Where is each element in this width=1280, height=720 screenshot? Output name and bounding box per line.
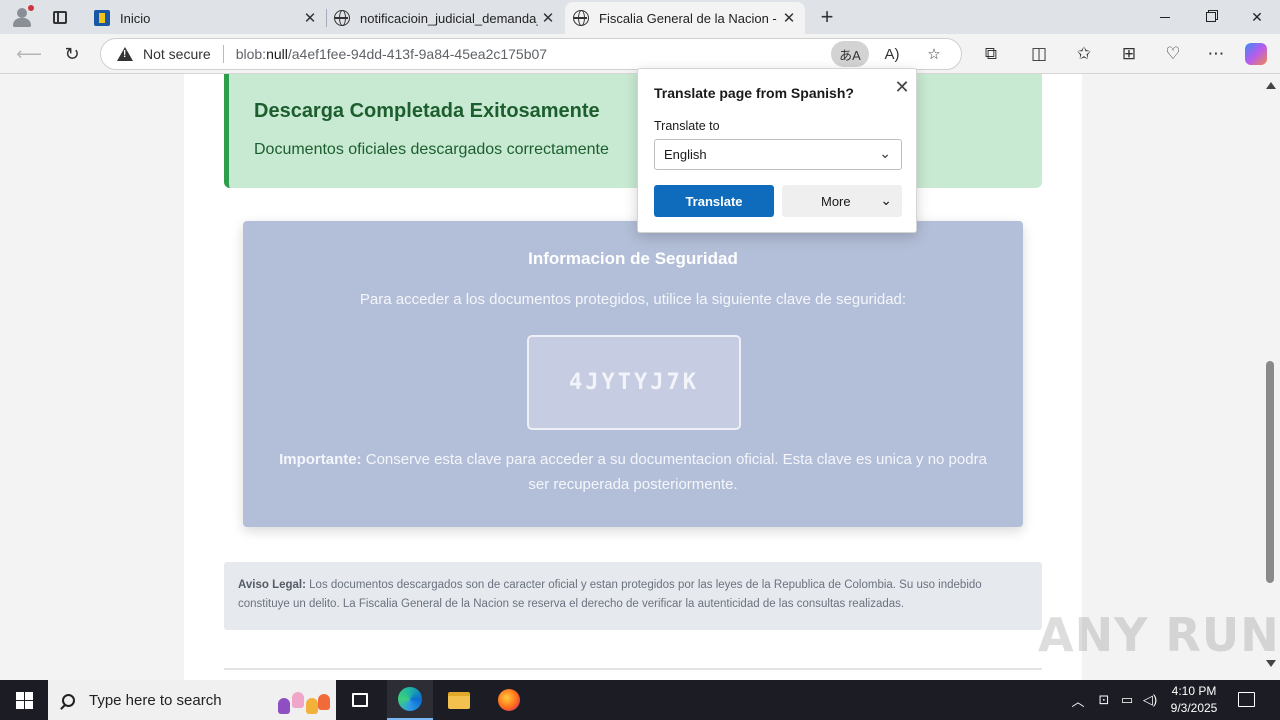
taskbar-search[interactable]: Type here to search bbox=[48, 680, 336, 720]
clock-time: 4:10 PM bbox=[1171, 684, 1217, 698]
more-button[interactable]: More ⌄ bbox=[782, 185, 902, 217]
collections-icon[interactable]: ⊞ bbox=[1116, 42, 1142, 66]
language-selected-value: English bbox=[664, 147, 707, 162]
url-host: null bbox=[266, 46, 288, 62]
url-scheme: blob: bbox=[235, 46, 267, 62]
browser-essentials-icon[interactable]: ♡ bbox=[1160, 42, 1186, 66]
not-secure-label[interactable]: Not secure bbox=[143, 46, 211, 62]
footer-divider bbox=[224, 668, 1042, 670]
clock-date: 9/3/2025 bbox=[1170, 701, 1218, 715]
network-icon[interactable]: ▭ bbox=[1117, 680, 1137, 720]
globe-icon bbox=[573, 10, 589, 26]
language-select[interactable]: English ⌄ bbox=[654, 139, 902, 170]
url-text[interactable]: blob:null/a4ef1fee-94dd-413f-9a84-45ea2c… bbox=[236, 46, 547, 62]
favorite-star-icon[interactable]: ☆ bbox=[915, 41, 953, 67]
restore-button[interactable] bbox=[1188, 0, 1234, 34]
start-button[interactable] bbox=[0, 680, 48, 720]
tray-app-icon[interactable]: ⊡ bbox=[1094, 680, 1114, 720]
tulips-icon bbox=[270, 682, 332, 718]
success-banner: Descarga Completada Exitosamente Documen… bbox=[224, 74, 1042, 188]
chevron-down-icon: ⌄ bbox=[880, 192, 892, 208]
security-info-card: Informacion de Seguridad Para acceder a … bbox=[243, 221, 1023, 527]
address-bar[interactable]: Not secure blob:null/a4ef1fee-94dd-413f-… bbox=[100, 38, 962, 70]
translate-button[interactable]: Translate bbox=[654, 185, 774, 217]
new-tab-icon[interactable]: + bbox=[815, 4, 839, 29]
tab-fiscalia-active[interactable]: Fiscalia General de la Nacion - Sis ✕ bbox=[565, 2, 805, 34]
scroll-up-arrow-icon[interactable] bbox=[1266, 82, 1276, 89]
file-explorer-button[interactable] bbox=[436, 680, 482, 720]
windows-logo-icon bbox=[15, 691, 33, 709]
minimize-button[interactable] bbox=[1142, 0, 1188, 34]
fiscalia-favicon-icon bbox=[94, 10, 110, 26]
search-icon bbox=[62, 693, 75, 707]
legal-notice: Aviso Legal: Los documentos descargados … bbox=[224, 562, 1042, 630]
tab-close-icon[interactable]: ✕ bbox=[300, 8, 320, 28]
copilot-icon[interactable] bbox=[1245, 43, 1267, 65]
tab-title: notificacioin_judicial_demanda_pe bbox=[360, 10, 538, 26]
tab-actions-icon[interactable] bbox=[48, 5, 72, 29]
close-icon[interactable]: ✕ bbox=[892, 77, 912, 97]
firefox-icon bbox=[498, 689, 520, 711]
read-aloud-icon[interactable]: A) bbox=[873, 41, 911, 67]
favorites-icon[interactable]: ✩ bbox=[1071, 42, 1097, 66]
edge-icon bbox=[398, 687, 422, 711]
address-separator bbox=[222, 45, 224, 63]
windows-taskbar: Type here to search ︿ ⊡ ▭ ◁) 4:10 PM 9/3… bbox=[0, 680, 1280, 720]
tab-notificacion[interactable]: notificacioin_judicial_demanda_pe ✕ bbox=[326, 2, 564, 34]
tab-close-icon[interactable]: ✕ bbox=[779, 8, 799, 28]
success-title: Descarga Completada Exitosamente bbox=[254, 100, 600, 122]
security-note-label: Importante: bbox=[279, 451, 362, 468]
anyrun-watermark: ANY RUN bbox=[1038, 608, 1280, 662]
security-title: Informacion de Seguridad bbox=[528, 249, 738, 268]
extensions-icon[interactable]: ⧉ bbox=[978, 42, 1004, 66]
profile-icon[interactable] bbox=[10, 5, 34, 29]
search-placeholder: Type here to search bbox=[89, 691, 222, 709]
tab-strip: Inicio ✕ notificacioin_judicial_demanda_… bbox=[0, 0, 1280, 34]
taskbar-clock[interactable]: 4:10 PM 9/3/2025 bbox=[1158, 683, 1230, 717]
security-description: Para acceder a los documentos protegidos… bbox=[359, 291, 907, 308]
tab-title: Inicio bbox=[120, 10, 151, 26]
success-subtitle: Documentos oficiales descargados correct… bbox=[254, 141, 609, 158]
task-view-icon bbox=[352, 693, 368, 707]
tab-title: Fiscalia General de la Nacion - Sis bbox=[599, 10, 779, 26]
warning-icon[interactable] bbox=[117, 47, 133, 61]
back-arrow-icon[interactable]: ⟵ bbox=[14, 40, 44, 68]
reload-icon[interactable]: ↻ bbox=[57, 40, 87, 68]
tab-inicio[interactable]: Inicio ✕ bbox=[86, 2, 326, 34]
folder-icon bbox=[448, 691, 470, 709]
translate-popup-title: Translate page from Spanish? bbox=[654, 85, 854, 101]
translate-icon[interactable]: あA bbox=[831, 41, 869, 67]
legal-text: Los documentos descargados son de caract… bbox=[238, 579, 982, 610]
security-note-text: Conserve esta clave para acceder a su do… bbox=[361, 451, 987, 493]
more-options-icon[interactable]: ⋯ bbox=[1203, 42, 1229, 66]
volume-icon[interactable]: ◁) bbox=[1140, 680, 1160, 720]
chevron-down-icon: ⌄ bbox=[879, 145, 891, 161]
security-key-box[interactable]: 4JYTYJ7K bbox=[527, 335, 741, 430]
security-note: Importante: Conserve esta clave para acc… bbox=[273, 447, 993, 497]
tray-chevron-up-icon[interactable]: ︿ bbox=[1068, 680, 1088, 720]
translate-to-label: Translate to bbox=[654, 119, 720, 133]
scrollbar-thumb[interactable] bbox=[1266, 361, 1274, 583]
tab-close-icon[interactable]: ✕ bbox=[538, 8, 558, 28]
task-view-button[interactable] bbox=[337, 680, 383, 720]
more-button-label: More bbox=[821, 193, 851, 209]
security-key[interactable]: 4JYTYJ7K bbox=[569, 370, 699, 395]
globe-icon bbox=[334, 10, 350, 26]
page-content: Descarga Completada Exitosamente Documen… bbox=[184, 74, 1082, 680]
notifications-icon[interactable] bbox=[1238, 692, 1255, 707]
legal-label: Aviso Legal: bbox=[238, 579, 306, 591]
vertical-scrollbar[interactable] bbox=[1262, 74, 1280, 680]
close-window-button[interactable]: ✕ bbox=[1234, 0, 1280, 34]
translate-popup: Translate page from Spanish? ✕ Translate… bbox=[637, 68, 917, 233]
edge-taskbar-button[interactable] bbox=[387, 680, 433, 720]
firefox-button[interactable] bbox=[486, 680, 532, 720]
split-screen-icon[interactable]: ◫ bbox=[1026, 42, 1052, 66]
url-path: /a4ef1fee-94dd-413f-9a84-45ea2c175b07 bbox=[287, 46, 548, 62]
